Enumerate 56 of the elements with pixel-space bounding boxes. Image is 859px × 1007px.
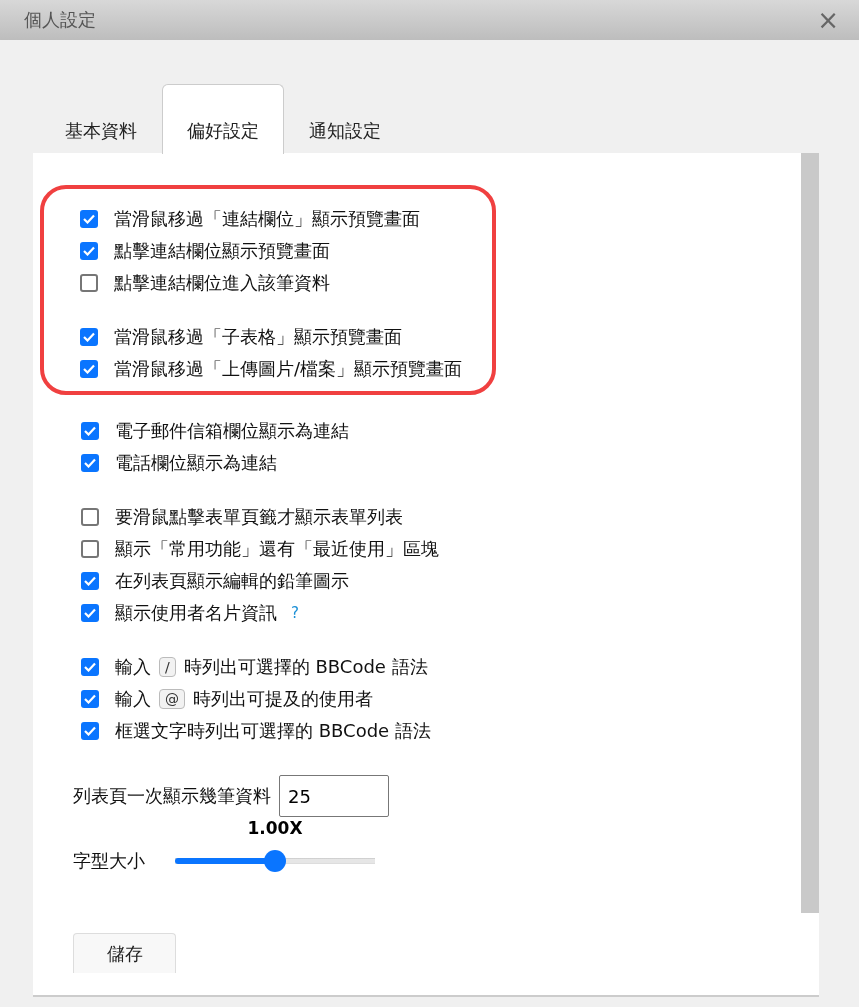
- option-label: 點擊連結欄位進入該筆資料: [114, 271, 330, 295]
- option-label: 電話欄位顯示為連結: [115, 451, 277, 475]
- option-label: 輸入: [115, 687, 151, 711]
- save-button[interactable]: 儲存: [73, 933, 176, 973]
- checkmark-icon: [84, 426, 96, 436]
- option-label: 框選文字時列出可選擇的 BBCode 語法: [115, 719, 431, 743]
- checkmark-icon: [83, 332, 95, 342]
- option-label: 時列出可選擇的 BBCode 語法: [183, 655, 428, 679]
- slider-thumb[interactable]: [264, 850, 286, 872]
- checkbox[interactable]: [81, 454, 99, 472]
- checkmark-icon: [84, 608, 96, 618]
- checkmark-icon: [84, 726, 96, 736]
- checkbox[interactable]: [80, 274, 98, 292]
- option-label: 當滑鼠移過「上傳圖片/檔案」顯示預覽畫面: [114, 357, 463, 381]
- help-icon[interactable]: ?: [291, 604, 299, 622]
- option-label: 顯示「常用功能」還有「最近使用」區塊: [115, 537, 439, 561]
- checkbox[interactable]: [81, 540, 99, 558]
- option-label: 點擊連結欄位顯示預覽畫面: [114, 239, 330, 263]
- checkmark-icon: [84, 662, 96, 672]
- tab[interactable]: 通知設定: [284, 84, 406, 154]
- field-label: 列表頁一次顯示幾筆資料: [73, 784, 271, 808]
- slider-reading: 1.00X: [247, 818, 303, 838]
- option-label: 當滑鼠移過「連結欄位」顯示預覽畫面: [114, 207, 420, 231]
- checkmark-icon: [83, 364, 95, 374]
- checkbox[interactable]: [81, 572, 99, 590]
- option-label: 顯示使用者名片資訊: [115, 601, 277, 625]
- slider-label: 字型大小: [73, 849, 145, 873]
- option-label: 當滑鼠移過「子表格」顯示預覽畫面: [114, 325, 402, 349]
- checkbox[interactable]: [80, 328, 98, 346]
- checkbox[interactable]: [80, 210, 98, 228]
- option-label: 電子郵件信箱欄位顯示為連結: [115, 419, 349, 443]
- checkbox[interactable]: [81, 658, 99, 676]
- checkbox[interactable]: [81, 690, 99, 708]
- option-label: 要滑鼠點擊表單頁籤才顯示表單列表: [115, 505, 403, 529]
- close-button[interactable]: ×: [817, 7, 839, 33]
- checkmark-icon: [84, 576, 96, 586]
- option-label: 時列出可提及的使用者: [193, 687, 373, 711]
- input-field[interactable]: 25: [279, 775, 389, 817]
- checkbox[interactable]: [80, 360, 98, 378]
- checkmark-icon: [84, 458, 96, 468]
- key-hint: /: [159, 657, 176, 677]
- checkbox[interactable]: [81, 722, 99, 740]
- checkmark-icon: [83, 214, 95, 224]
- checkbox[interactable]: [81, 604, 99, 622]
- tab[interactable]: 基本資料: [40, 84, 162, 154]
- key-hint: @: [159, 689, 185, 709]
- option-label: 在列表頁顯示編輯的鉛筆圖示: [115, 569, 349, 593]
- scrollbar[interactable]: [801, 153, 819, 913]
- option-label: 輸入: [115, 655, 151, 679]
- tab[interactable]: 偏好設定: [162, 84, 284, 154]
- checkbox[interactable]: [80, 242, 98, 260]
- checkbox[interactable]: [81, 422, 99, 440]
- checkmark-icon: [84, 694, 96, 704]
- window-title: 個人設定: [24, 8, 96, 32]
- checkmark-icon: [83, 246, 95, 256]
- checkbox[interactable]: [81, 508, 99, 526]
